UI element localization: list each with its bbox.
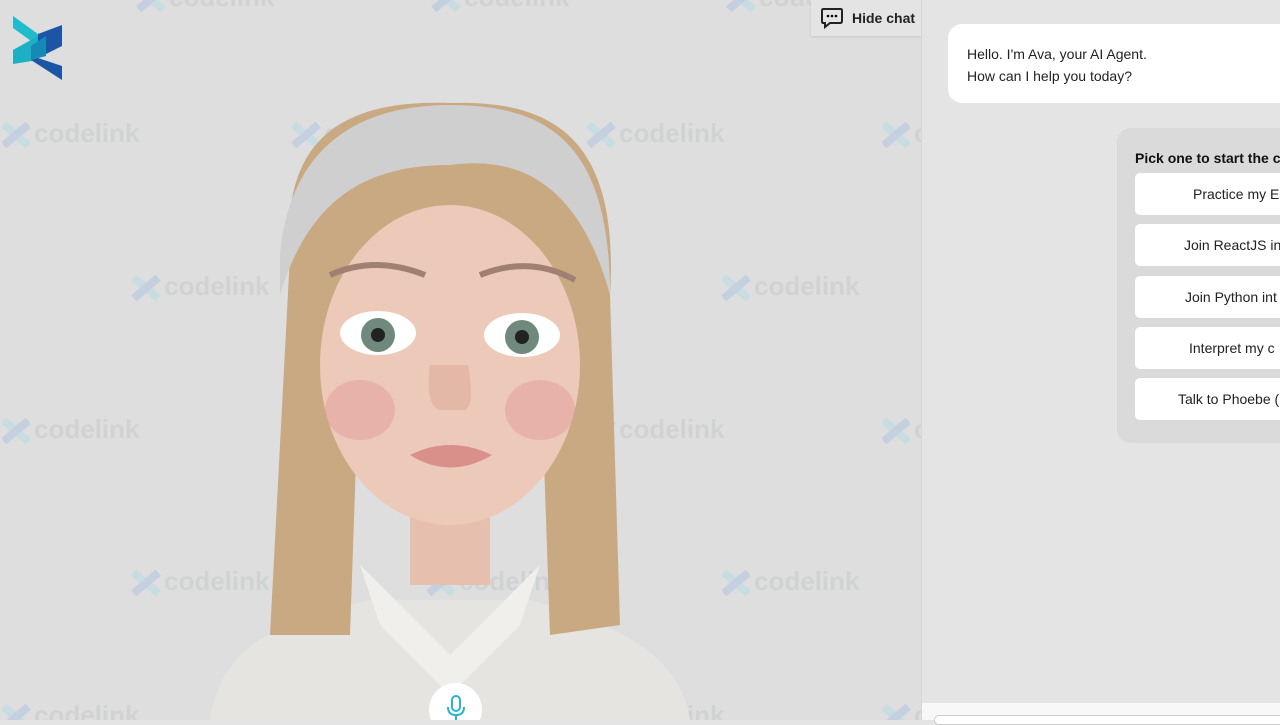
codelink-watermark: codelink [720,271,859,302]
codelink-watermark: codelink [430,0,569,13]
codelink-mark-icon [880,415,908,445]
option-interpret[interactable]: Interpret my c [1135,326,1280,369]
codelink-mark-icon [430,0,458,13]
message-line: Hello. I'm Ava, your AI Agent. [967,46,1147,62]
hide-chat-label: Hide chat [852,10,916,26]
codelink-mark-icon [880,701,908,721]
codelink-mark-icon [720,567,748,597]
microphone-icon [446,695,465,720]
codelink-watermark: codelink [0,700,139,720]
codelink-watermark: codelink [135,0,274,13]
agent-message: Hello. I'm Ava, your AI Agent. How can I… [948,24,1280,103]
avatar-stage: codelink codelink codelink codelink codelink… [0,0,921,720]
conversation-starter-picker: Pick one to start the c Practice my E Jo… [1117,128,1280,443]
codelink-mark-icon [0,415,28,445]
watermark-text: codelink [464,0,569,13]
watermark-text: codelink [754,271,860,301]
message-line: How can I help you today? [967,67,1132,84]
chat-panel: Hello. I'm Ava, your AI Agent. How can I… [921,0,1280,725]
codelink-mark-icon [130,272,158,302]
codelink-logo [13,16,62,80]
picker-title: Pick one to start the c [1135,150,1280,166]
codelink-mark-icon [0,701,28,721]
hide-chat-button[interactable]: Hide chat [811,0,921,36]
option-practice[interactable]: Practice my E [1135,173,1280,215]
codelink-mark-icon [880,119,908,149]
codelink-watermark: codelink [880,414,921,445]
chat-bubble-icon [821,8,843,29]
codelink-watermark: codelink [720,566,859,597]
watermark-text: codelink [34,414,140,444]
watermark-text: codelink [34,700,140,720]
option-reactjs[interactable]: Join ReactJS in [1135,224,1280,267]
watermark-text: codelink [169,0,274,13]
codelink-watermark: codelink [880,700,921,720]
codelink-mark-icon [720,272,748,302]
chat-input-area [922,703,1280,725]
watermark-text: codelink [914,118,921,149]
chat-input[interactable] [934,715,1280,725]
codelink-mark-icon [725,0,753,13]
codelink-mark-icon [135,0,163,13]
watermark-text: codelink [34,118,140,148]
codelink-watermark: codelink [0,414,139,445]
watermark-text: codelink [754,566,860,596]
watermark-text: codelink [914,700,921,720]
codelink-watermark: codelink [0,118,139,149]
codelink-mark-icon [0,119,28,149]
codelink-watermark: codelink [880,118,921,149]
avatar-character [210,102,690,720]
option-python[interactable]: Join Python int [1135,275,1280,318]
option-talk-phoebe[interactable]: Talk to Phoebe ( [1135,378,1280,421]
watermark-text: codelink [914,414,921,445]
codelink-mark-icon [130,567,158,597]
